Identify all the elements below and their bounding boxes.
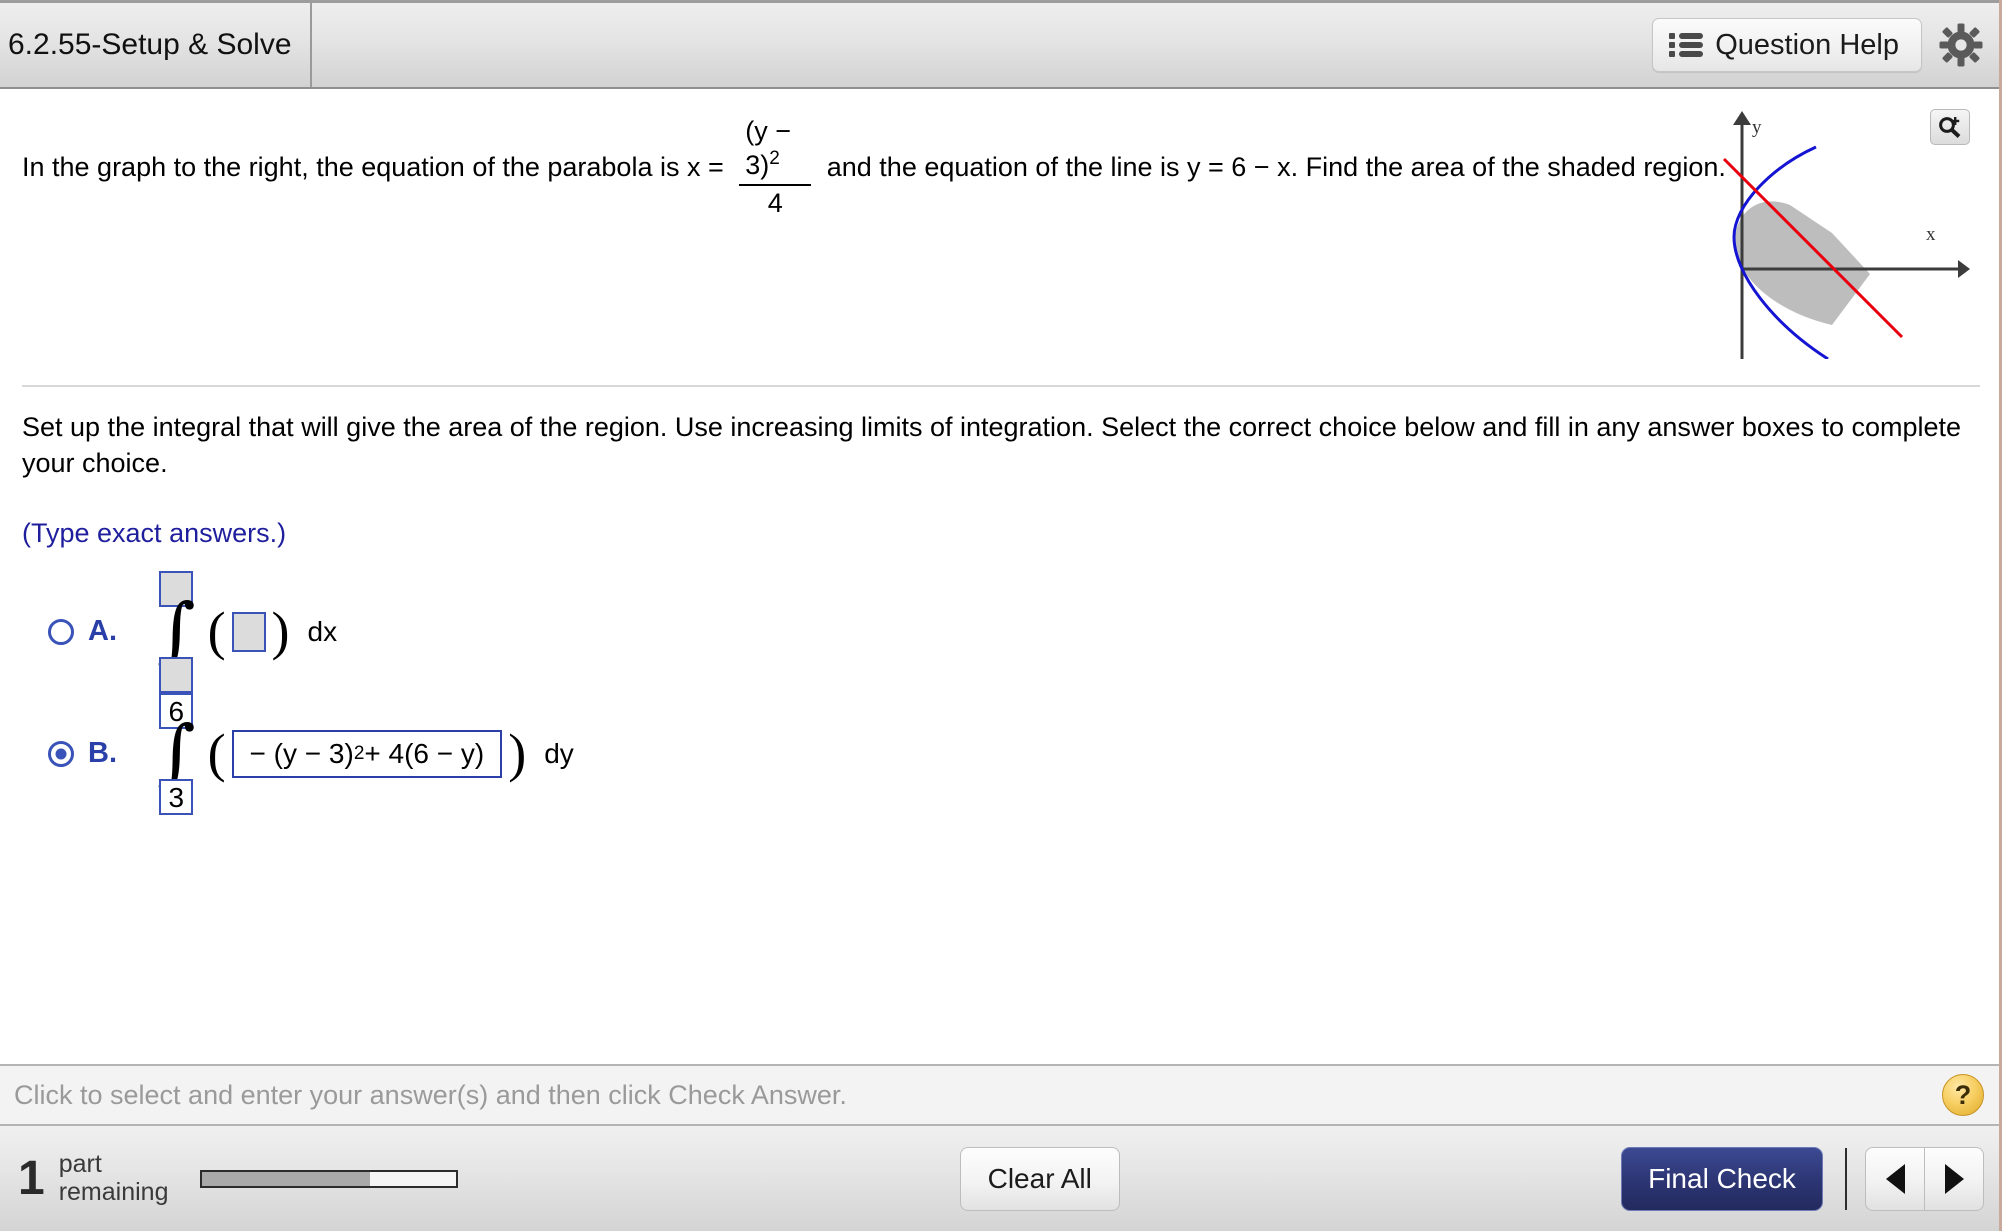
fraction-denominator: 4 (767, 187, 783, 218)
answer-format-hint: (Type exact answers.) (22, 517, 287, 548)
next-button[interactable] (1924, 1146, 1985, 1211)
choice-b-differential: dy (544, 737, 574, 769)
magnifier-zoom-icon (1939, 117, 1961, 138)
choice-b-integrand-input[interactable]: − (y − 3) 2 + 4(6 − y) (231, 729, 503, 778)
parts-remaining-label: part remaining (58, 1150, 169, 1206)
nav-separator (1845, 1147, 1848, 1210)
parts-label-line2: remaining (58, 1177, 169, 1206)
gear-icon (1939, 23, 1983, 67)
choice-a-integral: ∫ (151, 570, 202, 693)
exercise-tab-label: 6.2.55-Setup & Solve (8, 28, 292, 61)
choice-a-expression: ∫ ( ) dx (151, 570, 338, 693)
clear-all-button[interactable]: Clear All (959, 1146, 1120, 1211)
shaded-region (1735, 201, 1870, 325)
help-badge-button[interactable]: ? (1942, 1074, 1984, 1116)
choice-b[interactable]: B. 6 ∫ 3 ( − (y − 3) 2 + 4(6 − y) ) dy (22, 692, 1980, 815)
exercise-tab[interactable]: 6.2.55-Setup & Solve (0, 3, 312, 87)
problem-text-before: In the graph to the right, the equation … (22, 151, 732, 182)
choice-b-letter: B. (88, 737, 117, 770)
choice-b-lower-limit-input[interactable]: 3 (159, 778, 194, 815)
problem-statement: In the graph to the right, the equation … (22, 115, 1726, 220)
triangle-left-icon (1885, 1163, 1905, 1194)
fraction-numerator: (y − 3)2 (739, 115, 811, 184)
nav-button-group (1865, 1146, 1985, 1211)
question-window: 6.2.55-Setup & Solve Question Help In th… (0, 0, 2002, 1231)
graph-figure: y x (1722, 111, 1970, 361)
problem-graph[interactable]: y x (1720, 109, 1970, 361)
question-help-button[interactable]: Question Help (1652, 18, 1922, 72)
choice-a-integrand-input[interactable] (231, 611, 266, 652)
title-bar: 6.2.55-Setup & Solve Question Help (0, 0, 2002, 89)
graph-zoom-button[interactable] (1930, 109, 1970, 145)
parts-label-line1: part (58, 1150, 102, 1178)
question-body: Set up the integral that will give the a… (0, 387, 2002, 1064)
choice-b-expression: 6 ∫ 3 ( − (y − 3) 2 + 4(6 − y) ) dy (151, 692, 574, 815)
question-help-label: Question Help (1715, 28, 1899, 61)
instruction-text: Set up the integral that will give the a… (22, 412, 1962, 479)
choice-a-radio[interactable] (48, 618, 74, 645)
choice-b-integrand-prefix: − (y − 3) (249, 737, 354, 769)
y-axis-arrow (1733, 111, 1751, 125)
x-axis-label: x (1926, 224, 1936, 245)
choice-b-integral: 6 ∫ 3 (151, 692, 202, 815)
problem-area: In the graph to the right, the equation … (0, 89, 2002, 385)
choice-b-close-paren: ) (508, 723, 527, 784)
triangle-right-icon (1944, 1163, 1964, 1194)
list-icon (1669, 32, 1704, 58)
status-message: Click to select and enter your answer(s)… (14, 1079, 847, 1110)
bottom-toolbar: 1 part remaining Clear All Final Check (0, 1126, 2002, 1231)
choice-a-letter: A. (88, 615, 117, 648)
status-bar: Click to select and enter your answer(s)… (0, 1064, 2002, 1126)
x-axis-arrow (1958, 260, 1970, 278)
choice-b-integrand-suffix: + 4(6 − y) (364, 737, 485, 769)
choice-a-open-paren: ( (207, 601, 226, 662)
parabola-fraction: (y − 3)2 4 (739, 115, 812, 220)
parts-remaining-count: 1 (18, 1152, 45, 1205)
fraction-numerator-exponent: 2 (769, 147, 780, 169)
progress-bar-fill (202, 1171, 371, 1186)
progress-bar (200, 1169, 459, 1188)
choice-a-differential: dx (307, 615, 338, 647)
previous-button[interactable] (1865, 1146, 1925, 1211)
choice-a-lower-limit-input[interactable] (159, 656, 194, 693)
problem-text-after: and the equation of the line is y = 6 − … (819, 151, 1726, 182)
choice-b-open-paren: ( (207, 723, 226, 784)
choice-a-close-paren: ) (271, 601, 290, 662)
y-axis-label: y (1752, 117, 1762, 138)
titlebar-spacer (312, 3, 1653, 87)
integral-sign-a: ∫ (157, 587, 196, 674)
final-check-button[interactable]: Final Check (1621, 1146, 1824, 1211)
choice-a[interactable]: A. ∫ ( ) dx (22, 570, 1980, 693)
settings-button[interactable] (1938, 22, 1984, 68)
integral-sign-b: ∫ (157, 709, 196, 796)
choice-b-radio[interactable] (48, 740, 74, 767)
choice-list: A. ∫ ( ) dx B. 6 ∫ 3 (− (y − 3) 2 + 4(6… (22, 570, 1980, 815)
